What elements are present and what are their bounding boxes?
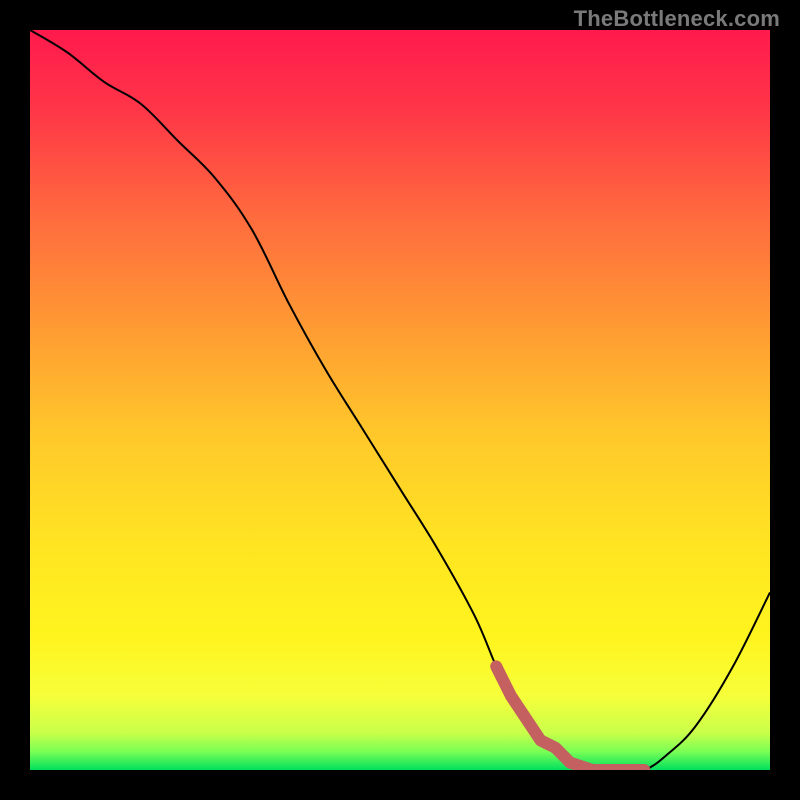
gradient-background xyxy=(30,30,770,770)
watermark-text: TheBottleneck.com xyxy=(574,6,780,32)
bottleneck-chart xyxy=(30,30,770,770)
plot-area xyxy=(30,30,770,770)
chart-container: TheBottleneck.com xyxy=(0,0,800,800)
highlighted-point xyxy=(564,757,576,769)
